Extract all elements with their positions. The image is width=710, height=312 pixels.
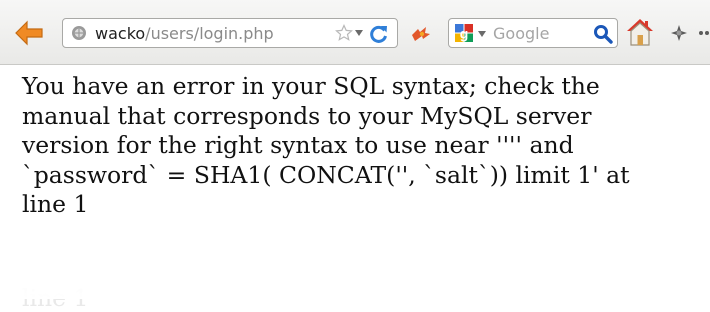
error-line: version for the right syntax to use near…	[22, 131, 574, 159]
search-bar[interactable]: g Google	[448, 18, 618, 48]
magnifier-icon[interactable]	[593, 24, 613, 44]
error-line: You have an error in your SQL syntax; ch…	[22, 72, 600, 100]
home-icon[interactable]	[624, 16, 656, 48]
url-path: /users/login.php	[145, 24, 274, 43]
error-line: `password` = SHA1( CONCAT('', `salt`)) l…	[22, 160, 630, 189]
bottom-fade	[0, 258, 710, 299]
svg-text:g: g	[460, 26, 469, 42]
bookmark-star-icon[interactable]	[335, 24, 353, 42]
browser-toolbar: wacko/users/login.php g Google	[0, 0, 710, 65]
site-identity-icon[interactable]	[71, 25, 87, 41]
sql-error-message: You have an error in your SQL syntax; ch…	[22, 72, 692, 220]
back-button[interactable]	[12, 16, 46, 50]
engine-chevron-down-icon[interactable]	[478, 31, 486, 37]
back-arrow-icon	[15, 20, 43, 46]
error-line: manual that corresponds to your MySQL se…	[22, 101, 592, 130]
error-line: line 1	[22, 190, 89, 218]
url-text[interactable]: wacko/users/login.php	[95, 24, 274, 44]
search-placeholder: Google	[493, 24, 550, 43]
addon-icon[interactable]	[410, 26, 432, 42]
chevron-down-icon[interactable]	[355, 30, 363, 36]
url-host: wacko	[95, 24, 146, 43]
address-bar[interactable]: wacko/users/login.php	[62, 18, 398, 48]
toolbar-overflow-icon[interactable]	[696, 22, 710, 44]
extension-icon[interactable]	[668, 22, 690, 44]
google-icon[interactable]: g	[454, 23, 474, 43]
reload-icon[interactable]	[369, 24, 389, 44]
